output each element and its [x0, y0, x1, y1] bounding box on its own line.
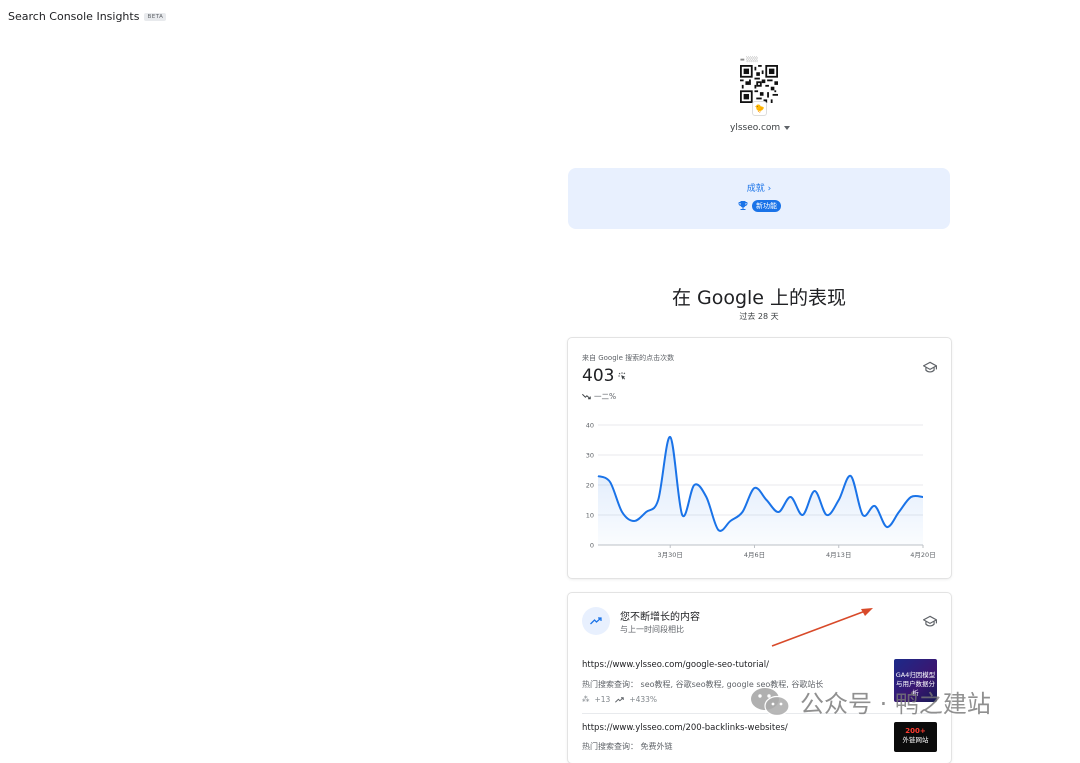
- qr-code-image: [740, 65, 778, 103]
- clicks-value-row: 403: [582, 366, 627, 386]
- wechat-watermark: 公众号 · 鸭之建站: [750, 684, 991, 719]
- y-tick-label: 0: [590, 542, 594, 550]
- chevron-right-icon: ›: [767, 184, 772, 194]
- clicks-line-chart: 0 10 20 30 40 3月30日 4月6日 4月13日 4月20日: [586, 422, 936, 560]
- clicks-change-value: 一二%: [594, 392, 617, 401]
- y-tick-label: 30: [586, 452, 594, 460]
- trending-up-icon: [582, 607, 610, 635]
- x-tick-label: 4月6日: [744, 551, 765, 559]
- achievements-banner: 成就 › 新功能: [568, 168, 950, 229]
- app-title: Search Console Insights BETA: [8, 10, 167, 23]
- x-tick-label: 4月20日: [910, 551, 935, 559]
- trending-up-icon: [615, 696, 625, 703]
- learn-more-icon[interactable]: [923, 361, 937, 373]
- achievements-row: 新功能: [568, 199, 950, 212]
- trophy-icon: [738, 201, 748, 210]
- x-tick-label: 3月30日: [658, 551, 683, 559]
- property-selector[interactable]: ylsseo.com: [730, 123, 791, 133]
- y-tick-label: 10: [586, 512, 594, 520]
- click-cursor-icon: ⁂: [582, 695, 590, 704]
- x-tick-label: 4月13日: [826, 551, 851, 559]
- new-feature-badge: 新功能: [752, 199, 781, 212]
- click-cursor-icon: [618, 372, 626, 380]
- achievements-link-label: 成就: [746, 184, 765, 194]
- watermark-text: 公众号 · 鸭之建站: [800, 690, 991, 718]
- performance-period: 过去 28 天: [739, 312, 779, 321]
- thumbnail-caption: 外链网站: [902, 736, 929, 744]
- clicks-change: 一二%: [582, 391, 616, 402]
- content-thumbnail: 200+ 外链网站: [894, 722, 937, 752]
- thumbnail-headline: 200+: [905, 727, 926, 735]
- app-title-text: Search Console Insights: [8, 10, 140, 23]
- clicks-card: 来自 Google 搜索的点击次数 403 一二% 0 10 20 30 40 3月30日…: [568, 338, 951, 578]
- beta-badge: BETA: [144, 12, 167, 21]
- y-tick-label: 40: [586, 422, 594, 430]
- content-url-link[interactable]: https://www.ylsseo.com/200-backlinks-web…: [582, 723, 788, 733]
- growing-content-title: 您不断增长的内容: [620, 612, 700, 623]
- annotation-arrow: [771, 608, 873, 647]
- content-metrics: ⁂ +13 +433%: [582, 695, 657, 704]
- growing-content-subtitle: 与上一时间段相比: [620, 625, 684, 634]
- performance-title: 在 Google 上的表现: [671, 287, 847, 309]
- content-clicks-delta: +13: [594, 695, 611, 704]
- content-top-queries: 热门搜索查询： 免费外链: [582, 742, 673, 751]
- chevron-down-icon: [784, 126, 791, 130]
- achievements-link[interactable]: 成就 ›: [568, 181, 950, 194]
- content-url-link[interactable]: https://www.ylsseo.com/google-seo-tutori…: [582, 660, 769, 670]
- clicks-value: 403: [582, 366, 615, 386]
- clicks-label: 来自 Google 搜索的点击次数: [582, 354, 675, 362]
- learn-more-icon[interactable]: [923, 615, 937, 627]
- content-growth-percent: +433%: [629, 695, 658, 704]
- y-tick-label: 20: [586, 482, 594, 490]
- property-name: ylsseo.com: [730, 123, 781, 133]
- trending-down-icon: [582, 393, 591, 400]
- qr-caption-glyph: ▬ ░░░: [740, 57, 758, 63]
- wechat-icon: [751, 687, 790, 716]
- property-avatar-icon: 🐤: [752, 101, 767, 116]
